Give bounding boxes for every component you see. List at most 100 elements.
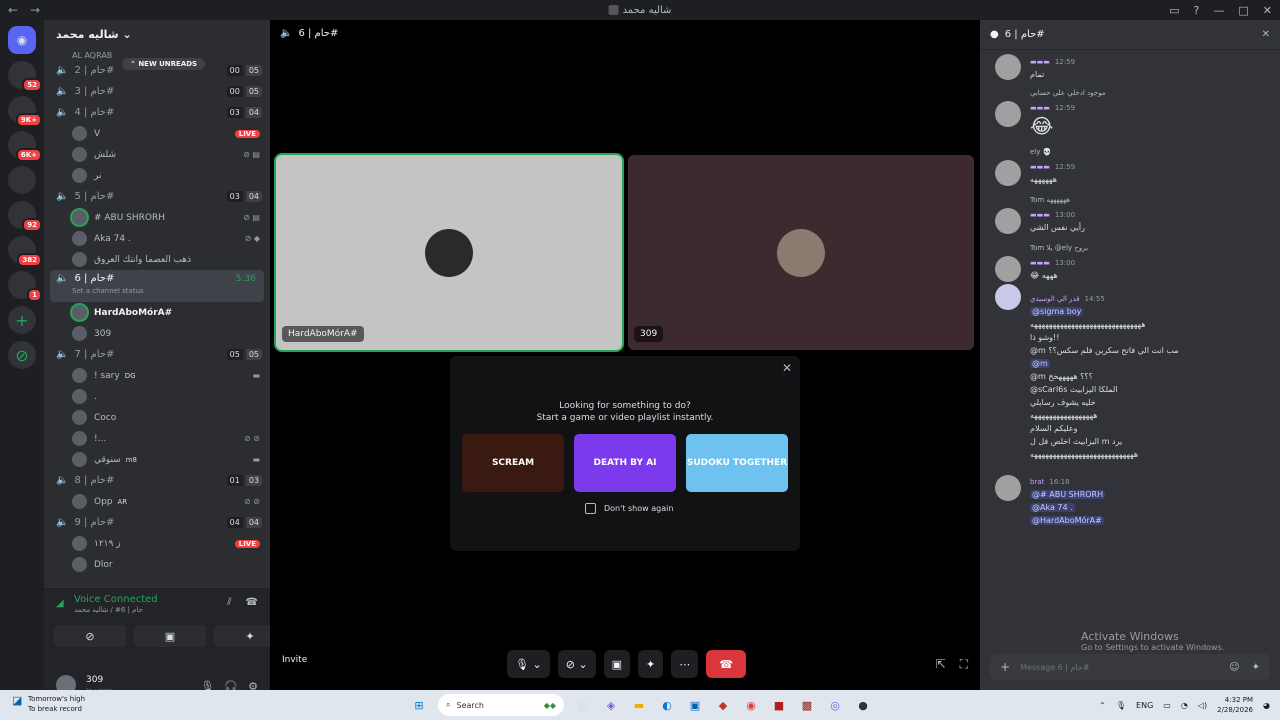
voice-user[interactable]: HardAboMórA#: [44, 302, 270, 323]
edge-icon[interactable]: ◐: [658, 696, 676, 714]
screen-share-button[interactable]: ▣: [134, 625, 206, 647]
more-button[interactable]: ⋯: [671, 650, 699, 678]
mic-button[interactable]: 🎙 ⌄: [507, 650, 550, 678]
forward-arrow-icon[interactable]: →: [30, 3, 44, 17]
weather-widget[interactable]: ◪ Tomorrow's high To break record: [12, 694, 85, 714]
activity-card[interactable]: SUDOKU TOGETHER: [686, 434, 788, 492]
app-icon[interactable]: ■: [770, 696, 788, 714]
message[interactable]: ▬▬▬ 12:59 تمام: [980, 52, 1280, 81]
voice-connected-label[interactable]: Voice Connected: [74, 594, 158, 605]
voice-user[interactable]: Dlor: [44, 554, 270, 575]
close-window-icon[interactable]: ✕: [1263, 4, 1272, 17]
app-icon[interactable]: ●: [854, 696, 872, 714]
voice-channel[interactable]: 🔈 حام | 4# 03 04: [44, 102, 270, 123]
taskbar-clock[interactable]: 4:32 PM 2/28/2026: [1217, 695, 1253, 715]
voice-user[interactable]: ذهب العصما وانتك العروق: [44, 249, 270, 270]
checkbox-icon[interactable]: [585, 503, 596, 514]
message-input[interactable]: Message حام | 6#: [1020, 663, 1090, 672]
signal-icon[interactable]: ◢: [56, 598, 64, 609]
camera-button[interactable]: ⊘ ⌄: [557, 650, 596, 678]
server-icon[interactable]: 52: [8, 61, 42, 92]
add-server-icon[interactable]: +: [8, 306, 36, 334]
voice-user[interactable]: ز ١٢١٩ LIVE: [44, 533, 270, 554]
voice-user[interactable]: 309: [44, 323, 270, 344]
voice-user[interactable]: Opp AR ⊘ ⊘: [44, 491, 270, 512]
file-explorer-icon[interactable]: ▬: [630, 696, 648, 714]
task-view-icon[interactable]: ▦: [574, 696, 592, 714]
voice-location[interactable]: حام | 6# / شاليه محمد: [74, 606, 143, 614]
apps-icon[interactable]: ✦: [1252, 662, 1260, 673]
voice-user[interactable]: Coco: [44, 407, 270, 428]
taskbar-search[interactable]: ⌕ Search ◆◆: [438, 694, 564, 716]
server-icon[interactable]: 382: [8, 236, 42, 267]
copilot-icon[interactable]: ◈: [602, 696, 620, 714]
voice-user[interactable]: !... ⊘ ⊘: [44, 428, 270, 449]
discord-taskbar-icon[interactable]: ◎: [826, 696, 844, 714]
inbox-icon[interactable]: ▭: [1169, 4, 1179, 17]
display-icon[interactable]: ▭: [1163, 701, 1171, 710]
app-icon[interactable]: ◆: [714, 696, 732, 714]
disconnect-icon[interactable]: ☎: [246, 597, 258, 608]
chrome-icon[interactable]: ◉: [742, 696, 760, 714]
voice-user[interactable]: # ABU SHRORH ⊘ ▤: [44, 207, 270, 228]
server-header[interactable]: شاليه محمد⌄ ⚇: [44, 20, 270, 666]
popout-icon[interactable]: ⇱: [936, 657, 946, 672]
server-icon[interactable]: [8, 166, 36, 194]
message[interactable]: قدر الي الوسيدي 14:55 @sigma boy هههههههه…: [980, 282, 1280, 461]
activity-card[interactable]: SCREAM: [462, 434, 564, 492]
camera-off-button[interactable]: ⊘: [54, 625, 126, 647]
activity-card[interactable]: DEATH BY AI: [574, 434, 676, 492]
chevron-up-icon[interactable]: ⌃: [1099, 701, 1106, 710]
message[interactable]: Tom ههههههه ▬▬▬ 13:00 رأيي نفس الشي: [980, 186, 1280, 234]
server-icon[interactable]: 6K+: [8, 131, 42, 162]
mention[interactable]: @HardAboMórA#: [1030, 516, 1104, 525]
voice-user[interactable]: نر: [44, 165, 270, 186]
message[interactable]: ely 💀 ▬▬▬ 12:59 ههههههه: [980, 138, 1280, 186]
language-indicator[interactable]: ENG: [1136, 701, 1153, 710]
voice-channel[interactable]: 🔈 حام | 5# 03 04: [44, 186, 270, 207]
message-composer[interactable]: + Message حام | 6# ☺ ✦: [990, 654, 1270, 680]
emoji-icon[interactable]: ☺: [1229, 662, 1239, 673]
maximize-icon[interactable]: □: [1238, 4, 1248, 17]
discord-home-icon[interactable]: ◉: [8, 26, 36, 54]
microphone-tray-icon[interactable]: 🎙: [1116, 701, 1126, 710]
channel-status[interactable]: Set a channel status: [72, 287, 144, 295]
message[interactable]: Tom يلا @ely بروح ▬▬▬ 13:00 😂 هههه: [980, 234, 1280, 282]
voice-channel[interactable]: 🔈 حام | 3# 00 05: [44, 81, 270, 102]
dont-show-checkbox[interactable]: Don't show again: [585, 503, 673, 514]
voice-user[interactable]: شلش ⊘ ▤: [44, 144, 270, 165]
voice-channel[interactable]: 🔈 حام | 8# 01 03: [44, 470, 270, 491]
mention[interactable]: @Aka 74 .: [1030, 503, 1075, 512]
notifications-icon[interactable]: ◕: [1263, 701, 1270, 710]
fullscreen-icon[interactable]: ⛶: [960, 657, 968, 672]
help-icon[interactable]: ?: [1194, 4, 1200, 17]
wifi-icon[interactable]: ◔: [1181, 701, 1188, 710]
windows-start-icon[interactable]: ⊞: [410, 696, 428, 714]
mention[interactable]: @sigma boy: [1030, 307, 1084, 316]
voice-channel[interactable]: 🔈 حام | 7# 05 05: [44, 344, 270, 365]
disconnect-button[interactable]: ☎: [706, 650, 747, 678]
screen-share-button[interactable]: ▣: [603, 650, 631, 678]
new-unreads-pill[interactable]: ⌃ NEW UNREADS: [122, 58, 206, 70]
store-icon[interactable]: ▣: [686, 696, 704, 714]
explore-icon[interactable]: ⊘: [8, 341, 36, 369]
invite-button[interactable]: Invite: [282, 655, 307, 665]
server-icon[interactable]: 9K+: [8, 96, 42, 127]
minimize-icon[interactable]: —: [1213, 4, 1224, 17]
message[interactable]: brat 16:18 @# ABU SHRORH @Aka 74 . @HardA…: [980, 461, 1280, 527]
voice-channel[interactable]: 🔈 حام | 9# 04 04: [44, 512, 270, 533]
voice-user[interactable]: ! sary DG ▬: [44, 365, 270, 386]
voice-user[interactable]: V LIVE: [44, 123, 270, 144]
video-tile[interactable]: 309: [628, 155, 974, 350]
voice-user[interactable]: سنوقي m8 ▬: [44, 449, 270, 470]
volume-icon[interactable]: ◁): [1198, 701, 1207, 710]
activities-button[interactable]: ✦: [638, 650, 664, 678]
noise-suppression-icon[interactable]: ⫽: [227, 597, 231, 608]
message[interactable]: موجود ادخلي علي حسابي ▬▬▬ 12:59 😂: [980, 81, 1280, 138]
mention[interactable]: @m: [1030, 359, 1050, 368]
plus-icon[interactable]: +: [1000, 660, 1010, 674]
voice-user[interactable]: Aka 74 . ⊘ ◆: [44, 228, 270, 249]
app-icon[interactable]: ▩: [798, 696, 816, 714]
mention[interactable]: @# ABU SHRORH: [1030, 490, 1106, 499]
video-tile[interactable]: HardAboMórA#: [276, 155, 622, 350]
